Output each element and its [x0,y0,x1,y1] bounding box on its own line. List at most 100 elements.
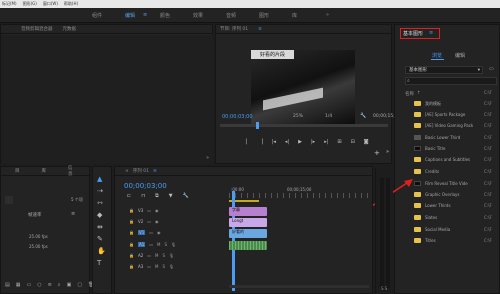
program-playhead[interactable] [256,122,259,129]
source-panel-more-icon[interactable]: » [206,155,209,161]
sync-lock-icon[interactable]: ▭ [147,208,151,213]
add-button-icon[interactable]: + [374,149,380,157]
list-item[interactable]: 我的模板 [414,99,441,108]
search-icon[interactable]: ⌕ [58,282,61,288]
timeline-title[interactable]: 序列 01 [133,168,149,174]
track-name[interactable]: A1 [137,242,146,247]
tab-info[interactable]: 信息 [68,165,73,177]
column-frame-rate-header[interactable]: 帧速率 [28,212,42,218]
menu-item-graphics[interactable]: 图形(G) [23,1,37,7]
sync-lock-icon[interactable]: ▭ [147,253,151,258]
eye-icon[interactable]: ◉ [155,219,159,224]
list-item[interactable]: Film Reveal Title Vide [414,179,468,188]
workspace-tab-graphics[interactable]: 图形 [259,12,269,19]
project-row-fps[interactable]: 25.00 fps [29,234,48,239]
microphone-icon[interactable]: 🎙 [171,242,176,247]
program-title[interactable]: 节目: 序列 01 [220,26,248,32]
workspace-tab-libraries[interactable]: 库 [292,12,297,19]
graphics-menu-icon[interactable]: ≡ [429,30,433,36]
tab-edit[interactable]: 编辑 [455,52,465,59]
sync-lock-icon[interactable]: ▭ [149,230,153,235]
insert-icon[interactable]: ⊞ [337,139,341,145]
add-marker-icon[interactable]: ▼ [169,193,173,199]
workspace-tab-editing[interactable]: 编辑 [125,12,135,19]
sync-lock-icon[interactable]: ▭ [149,242,153,247]
mute-button[interactable]: M [155,253,158,258]
timeline-scrollbar[interactable] [229,285,369,288]
step-back-icon[interactable]: ◂| [285,139,289,145]
type-tool-icon[interactable]: T [97,259,106,267]
track-name[interactable]: V3 [138,208,143,213]
lock-icon[interactable]: 🔒 [129,219,134,224]
sort-ascending-icon[interactable]: ↑ [417,91,421,96]
workspace-menu-icon[interactable]: ≡ [143,12,147,18]
wrench-icon[interactable]: 🔧 [360,113,366,119]
mute-button[interactable]: M [157,242,160,247]
selection-tool-icon[interactable]: ▲ [97,175,106,183]
list-view-icon[interactable]: ▤ [5,282,10,288]
track-name[interactable]: V1 [137,230,146,235]
solo-button[interactable]: S [163,253,166,258]
zoom-select[interactable]: 25% [293,114,303,119]
list-item[interactable]: Social Media [414,225,450,234]
workspace-more-icon[interactable]: » [326,12,329,18]
timeline-ruler[interactable] [229,193,373,198]
search-input[interactable] [405,77,497,85]
list-item[interactable]: Basic Title [414,144,445,153]
play-icon[interactable]: ▶ [298,139,302,145]
list-item[interactable]: Lower Thirds [414,201,451,210]
tab-library[interactable]: 库 [42,168,47,174]
program-menu-icon[interactable]: ≡ [258,27,262,32]
menu-item-marker[interactable]: 标记(M) [2,1,17,7]
icon-view-icon[interactable]: ▦ [16,282,21,288]
track-name[interactable]: A3 [138,264,143,269]
nest-icon[interactable]: ⊏ [127,193,131,199]
workspace-tab-effects[interactable]: 效果 [193,12,203,19]
sync-lock-icon[interactable]: ▭ [147,264,151,269]
slip-tool-icon[interactable]: ⇹ [97,223,106,231]
list-item[interactable]: [AE] Video Gaming Pack [414,121,473,130]
clip-v3-title[interactable]: 字幕 [229,207,267,216]
timeline-menu-icon[interactable]: ≡ [153,169,157,174]
graphics-header[interactable]: 基本图形 [403,30,423,37]
timeline-timecode[interactable]: 00;00;03;00 [124,182,167,190]
workspace-tab-color[interactable]: 颜色 [160,12,170,19]
ripple-edit-tool-icon[interactable]: ⇿ [97,199,106,207]
list-item[interactable]: Basic Lower Third [414,133,460,142]
lock-icon[interactable]: 🔒 [129,253,134,258]
sort-icon[interactable]: ≡ [48,282,52,288]
folder-icon[interactable]: ▭ [489,66,494,72]
clip-v2[interactable]: Longt [229,218,267,227]
timeline-close-icon[interactable]: × [125,169,129,174]
mute-button[interactable]: M [155,264,158,269]
tab-metadata[interactable]: 元数据 [63,26,77,32]
new-item-icon[interactable]: ▢ [77,282,82,288]
list-item[interactable]: Graphic Overlays [414,190,460,199]
solo-button[interactable]: S [163,264,166,269]
menu-item-help[interactable]: 帮助(H) [64,1,78,7]
clip-v1[interactable]: 好看的 [229,229,267,238]
tab-browse[interactable]: 浏览 [432,52,442,59]
list-item[interactable]: Titles [414,236,436,245]
microphone-icon[interactable]: 🎙 [169,253,174,258]
lock-icon[interactable]: 🔒 [129,208,134,213]
overwrite-icon[interactable]: ⊟ [351,139,355,145]
go-to-out-icon[interactable]: ▸| [324,139,328,145]
lock-icon[interactable]: 🔒 [129,264,134,269]
program-scrub-bar[interactable] [220,124,388,127]
new-bin-icon[interactable]: ▣ [67,282,72,288]
list-item[interactable]: Captions and Subtitles [414,155,470,164]
hand-tool-icon[interactable]: ✋ [97,247,106,255]
track-name[interactable]: A2 [138,253,143,258]
sync-lock-icon[interactable]: ▭ [147,219,151,224]
track-name[interactable]: V2 [138,219,143,224]
export-frame-icon[interactable]: ◙ [364,139,369,145]
tab-project[interactable]: 目 [15,168,20,174]
lock-icon[interactable]: 🔒 [129,230,134,235]
solo-button[interactable]: S [165,242,168,247]
razor-tool-icon[interactable]: ◆ [97,211,106,219]
list-item[interactable]: Slates [414,213,437,222]
step-forward-icon[interactable]: |▸ [311,139,315,145]
workspace-tab-assembly[interactable]: 组件 [92,12,102,19]
tab-audio-clip-mixer[interactable]: 音频剪辑混合器 [21,26,53,32]
